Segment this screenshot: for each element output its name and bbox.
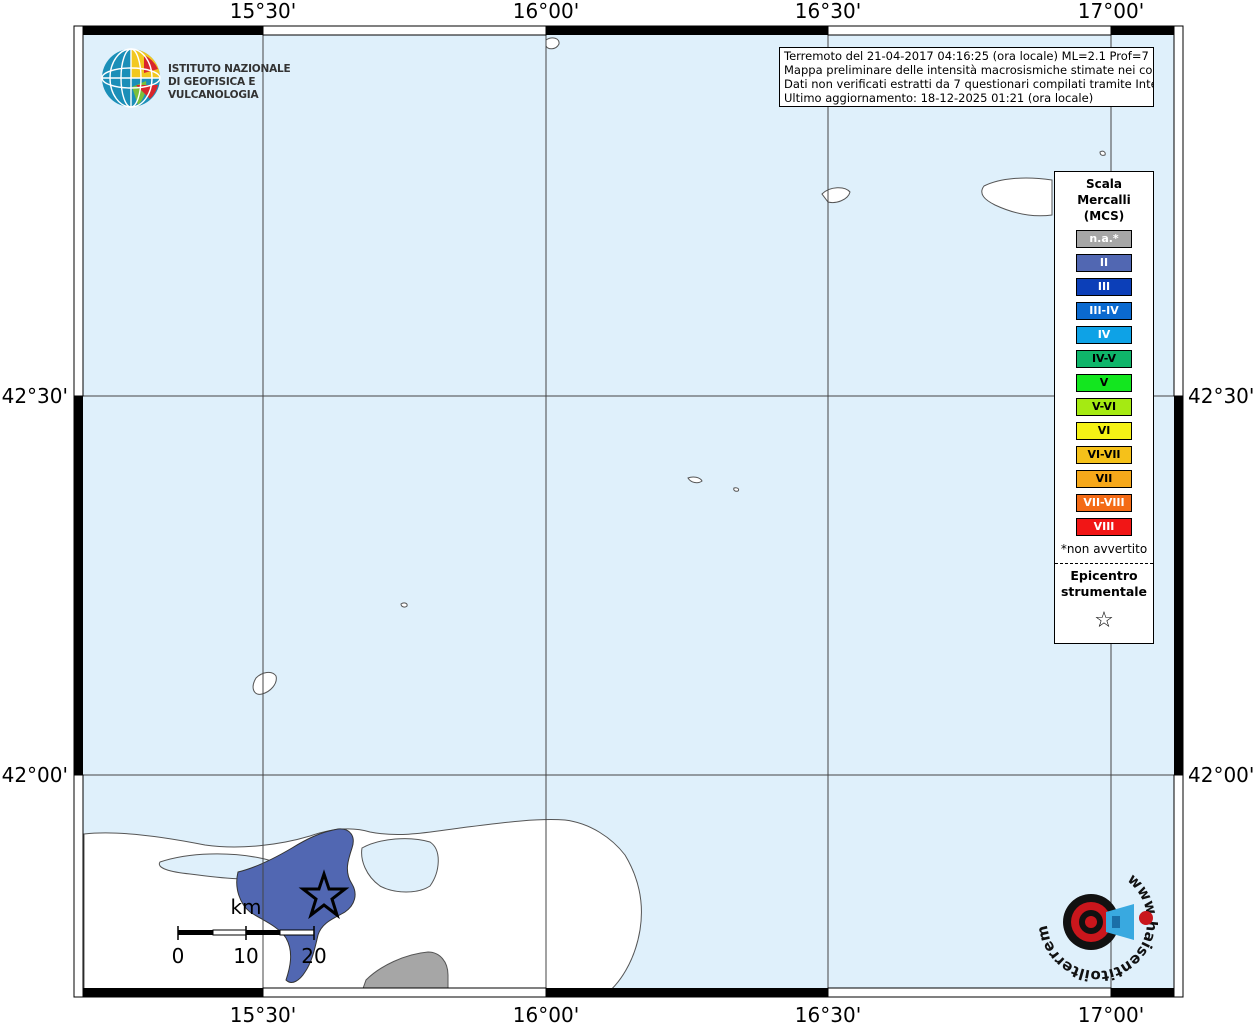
legend-swatch: III	[1076, 278, 1132, 296]
ingv-logo-text: ISTITUTO NAZIONALE DI GEOFISICA E VULCAN…	[168, 63, 320, 102]
legend-swatch: V	[1076, 374, 1132, 392]
legend-swatches: n.a.* II III III-IV IV IV-V V V-VI VI VI-VII VII VI…	[1055, 230, 1153, 536]
top-tick-label: 15°30'	[230, 0, 296, 23]
legend-title-line: (MCS)	[1083, 209, 1125, 223]
legend-divider	[1055, 563, 1153, 564]
frame-border-right	[1173, 25, 1184, 998]
mcs-legend: Scala Mercalli (MCS) n.a.* II III III-IV IV I…	[1054, 171, 1154, 644]
legend-swatch: VIII	[1076, 518, 1132, 536]
event-info-line: Ultimo aggiornamento: 18-12-2025 01:21 (…	[784, 91, 1094, 105]
bottom-tick-label: 16°00'	[513, 1003, 579, 1024]
land-gargano	[83, 819, 642, 998]
top-tick-label: 16°30'	[795, 0, 861, 23]
bottom-tick-label: 16°30'	[795, 1003, 861, 1024]
scale-bar-label: 20	[301, 944, 326, 968]
ingv-globe-icon	[101, 48, 161, 108]
legend-swatch: II	[1076, 254, 1132, 272]
logo-line: DI GEOFISICA E VULCANOLOGIA	[168, 76, 259, 101]
scale-bar-unit: km	[230, 895, 261, 919]
top-tick-label: 16°00'	[513, 0, 579, 23]
frame-border-bottom	[74, 987, 1183, 998]
logo-line: ISTITUTO NAZIONALE	[168, 63, 291, 75]
legend-epicenter-line: Epicentro	[1070, 568, 1138, 583]
legend-epicenter-label: Epicentro strumentale	[1055, 568, 1153, 600]
event-info-box: Terremoto del 21-04-2017 04:16:25 (ora l…	[779, 47, 1154, 107]
island-mljet	[1099, 150, 1106, 156]
right-tick-label: 42°00'	[1188, 763, 1254, 787]
right-tick-label: 42°30'	[1188, 384, 1254, 408]
legend-star-icon: ☆	[1094, 608, 1114, 633]
legend-swatch: III-IV	[1076, 302, 1132, 320]
legend-swatch: IV	[1076, 326, 1132, 344]
legend-swatch: VI-VII	[1076, 446, 1132, 464]
legend-title-line: Scala	[1085, 177, 1123, 191]
legend-swatch: IV-V	[1076, 350, 1132, 368]
legend-note: *non avvertito	[1060, 542, 1148, 556]
event-info-line: Terremoto del 21-04-2017 04:16:25 (ora l…	[784, 49, 1154, 63]
scale-bar-label: 0	[172, 944, 185, 968]
legend-title: Scala Mercalli (MCS)	[1055, 176, 1153, 224]
scale-bar-label: 10	[233, 944, 258, 968]
frame-border-top	[74, 25, 1183, 36]
frame-border-left	[73, 25, 84, 998]
ingv-logo: ISTITUTO NAZIONALE DI GEOFISICA E VULCAN…	[100, 47, 320, 109]
legend-swatch: VII	[1076, 470, 1132, 488]
event-info-line: Dati non verificati estratti da 7 questi…	[784, 77, 1154, 91]
top-tick-label: 17°00'	[1078, 0, 1144, 23]
island-pelagosa-small	[733, 487, 740, 492]
island-sussak	[545, 37, 560, 50]
legend-swatch: n.a.*	[1076, 230, 1132, 248]
legend-swatch: VII-VIII	[1076, 494, 1132, 512]
legend-swatch: VI	[1076, 422, 1132, 440]
legend-swatch: V-VI	[1076, 398, 1132, 416]
left-tick-label: 42°30'	[2, 384, 68, 408]
event-info-line: Mappa preliminare delle intensità macros…	[784, 63, 1154, 77]
island-pianosa	[400, 602, 408, 608]
haisentito-target-icon: www.haisentitoilterremoto.it	[1036, 860, 1158, 982]
legend-title-line: Mercalli	[1077, 193, 1131, 207]
left-tick-label: 42°00'	[2, 763, 68, 787]
legend-epicenter-line: strumentale	[1060, 584, 1148, 599]
bottom-tick-label: 17°00'	[1078, 1003, 1144, 1024]
bottom-tick-label: 15°30'	[230, 1003, 296, 1024]
